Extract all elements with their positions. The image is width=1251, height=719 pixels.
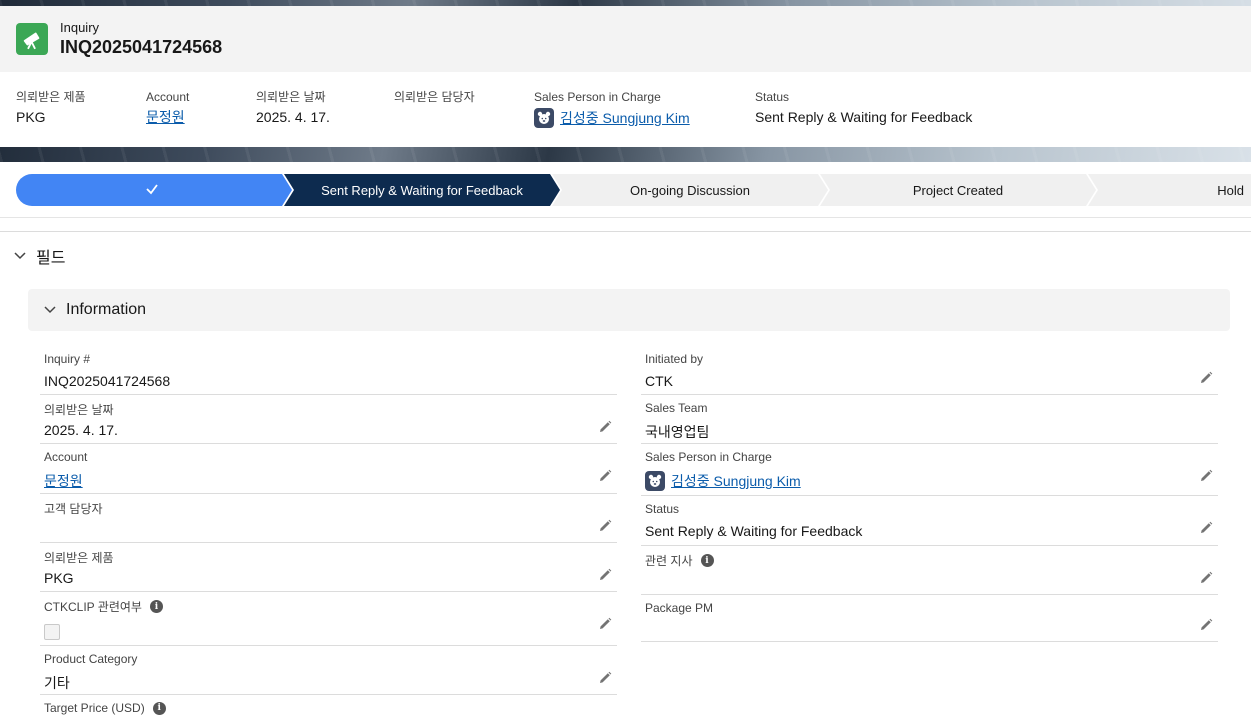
path-step-complete[interactable]: [16, 174, 292, 206]
path-step-project-created[interactable]: Project Created: [820, 174, 1096, 206]
account-field-link[interactable]: 문정원: [44, 471, 83, 491]
user-avatar-icon: [534, 108, 554, 128]
edit-pencil-icon[interactable]: [597, 567, 613, 583]
highlight-account: Account 문정원: [146, 90, 190, 126]
record-name: INQ2025041724568: [60, 37, 223, 57]
field-customer-contact: 고객 담당자: [40, 494, 617, 543]
path-bar: Sent Reply & Waiting for Feedback On-goi…: [0, 162, 1251, 218]
user-avatar-icon: [645, 471, 665, 491]
edit-pencil-icon[interactable]: [597, 518, 613, 534]
field-initiated-by: Initiated by CTK: [641, 346, 1218, 395]
edit-pencil-icon[interactable]: [597, 616, 613, 632]
path-step-hold[interactable]: Hold: [1088, 174, 1251, 206]
path-step-ongoing[interactable]: On-going Discussion: [552, 174, 828, 206]
info-icon[interactable]: i: [700, 554, 714, 567]
fields-section-title: 필드: [36, 250, 66, 267]
info-icon[interactable]: i: [149, 600, 163, 613]
edit-pencil-icon[interactable]: [1198, 617, 1214, 633]
chevron-down-icon: [14, 252, 26, 260]
field-requested-product: 의뢰받은 제품 PKG: [40, 543, 617, 592]
record-type-label: Inquiry: [60, 20, 100, 35]
highlight-product: 의뢰받은 제품 PKG: [16, 90, 86, 125]
highlight-assignee: 의뢰받은 담당자: [394, 90, 475, 104]
highlights-panel: 의뢰받은 제품 PKG Account 문정원 의뢰받은 날짜 2025. 4.…: [16, 90, 1246, 130]
edit-pencil-icon[interactable]: [1198, 570, 1214, 586]
field-ctkclip: CTKCLIP 관련여부 i: [40, 592, 617, 646]
field-status: Status Sent Reply & Waiting for Feedback: [641, 496, 1218, 546]
record-header: Inquiry INQ2025041724568 의뢰받은 제품 PKG Acc…: [0, 6, 1251, 147]
edit-pencil-icon[interactable]: [1198, 520, 1214, 536]
chevron-down-icon: [44, 306, 56, 314]
checkmark-icon: [145, 182, 159, 199]
edit-pencil-icon[interactable]: [597, 468, 613, 484]
edit-pencil-icon[interactable]: [1198, 370, 1214, 386]
field-related-branch: 관련 지사 i: [641, 546, 1218, 595]
highlight-sales-person: Sales Person in Charge 김성중 Sungjung Kim: [534, 90, 690, 128]
edit-pencil-icon[interactable]: [597, 419, 613, 435]
path-steps: Sent Reply & Waiting for Feedback On-goi…: [16, 174, 1251, 206]
sales-person-field-link[interactable]: 김성중 Sungjung Kim: [671, 471, 801, 491]
field-product-category: Product Category 기타: [40, 646, 617, 695]
record-title-bar: Inquiry INQ2025041724568: [0, 6, 1251, 72]
information-section-title: Information: [66, 301, 147, 318]
edit-pencil-icon[interactable]: [1198, 468, 1214, 484]
fields-section: 필드 Information Inquiry # INQ202504172456…: [0, 231, 1251, 719]
highlight-status: Status Sent Reply & Waiting for Feedback: [755, 90, 973, 125]
field-account: Account 문정원: [40, 444, 617, 494]
field-sales-person: Sales Person in Charge 김성중 Sungjung Kim: [641, 444, 1218, 496]
info-icon[interactable]: i: [152, 701, 166, 715]
path-step-sent-reply[interactable]: Sent Reply & Waiting for Feedback: [284, 174, 560, 206]
telescope-icon: [16, 23, 48, 55]
field-sales-team: Sales Team 국내영업팀: [641, 395, 1218, 444]
field-target-price: Target Price (USD) i: [40, 695, 617, 719]
account-link[interactable]: 문정원: [146, 108, 185, 126]
field-package-pm: Package PM: [641, 595, 1218, 642]
highlight-date: 의뢰받은 날짜 2025. 4. 17.: [256, 90, 330, 125]
ctkclip-checkbox[interactable]: [44, 624, 60, 640]
information-section-toggle[interactable]: Information: [28, 289, 1230, 331]
field-inquiry-number: Inquiry # INQ2025041724568: [40, 346, 617, 395]
field-request-date: 의뢰받은 날짜 2025. 4. 17.: [40, 395, 617, 444]
sales-person-link[interactable]: 김성중 Sungjung Kim: [560, 109, 690, 127]
edit-pencil-icon[interactable]: [597, 670, 613, 686]
fields-section-toggle[interactable]: 필드: [12, 244, 65, 268]
